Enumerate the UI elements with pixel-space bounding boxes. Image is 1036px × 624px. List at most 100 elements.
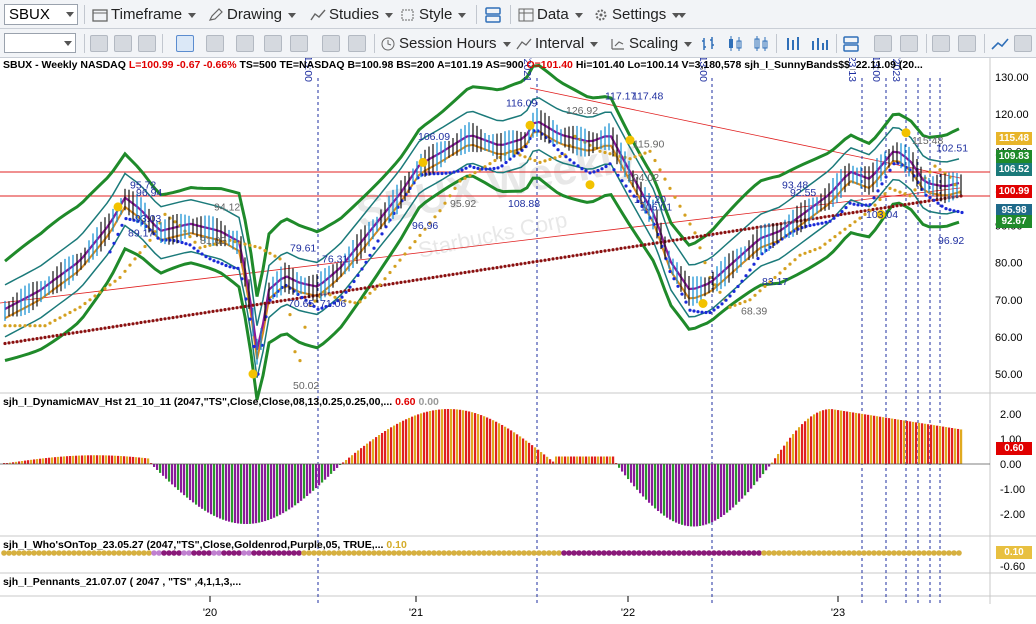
long-ma-dot [339,290,343,294]
wot-dot [206,550,212,556]
wot-dot [271,550,277,556]
blue-stop-dot [592,170,596,174]
wot-dot [556,550,562,556]
hollow-candle-icon[interactable] [752,35,772,53]
histogram-bar [249,464,252,524]
histogram-bar [24,460,27,464]
chart-icon[interactable] [264,35,282,52]
long-ma-dot [819,216,823,220]
blue-stop-dot [860,203,864,207]
overflow-menu[interactable] [672,4,686,25]
bar-chart-icon[interactable] [700,35,720,53]
long-ma-dot [627,245,631,249]
symbol-input[interactable]: SBUX [4,4,78,25]
histogram-bar [693,464,696,527]
session-hours-menu[interactable]: Session Hours [380,33,511,54]
gold-ma-dot [13,324,17,328]
layout-icon[interactable] [842,35,860,53]
data-menu[interactable]: Data [518,4,583,25]
histogram-bar [423,412,426,464]
histogram-bar [801,424,804,464]
gold-ma-dot [803,251,807,255]
histogram-bar [219,464,222,519]
histogram-bar [930,424,933,464]
wot-dot [776,550,782,556]
histogram-bar [672,464,675,522]
histogram-bar [660,464,663,514]
histogram-bar [240,464,243,524]
histogram-icon[interactable] [810,35,830,53]
gold-ma-dot [603,150,607,155]
gold-ma-dot [128,263,132,267]
gold-ma-dot [663,177,667,181]
style-menu[interactable]: Style [400,4,467,25]
volume-icon[interactable] [784,35,804,53]
long-ma-dot [527,261,531,265]
zoom-icon[interactable] [236,35,254,52]
gold-ma-dot [433,215,437,219]
magnifier-icon[interactable] [176,35,194,52]
histogram-bar [504,426,507,464]
gold-ma-dot [693,231,697,235]
histogram-bar [450,409,453,464]
histogram-bar [591,456,594,464]
long-ma-dot [615,247,619,251]
zoom-out-icon[interactable] [900,35,918,52]
settings-menu[interactable]: Settings [593,4,681,25]
scaling-label: Scaling [629,35,679,52]
properties-icon[interactable] [290,35,308,52]
blue-stop-dot [680,292,684,296]
layout-icon[interactable] [484,6,502,24]
histogram-bar [795,430,798,464]
histogram-bar [570,456,573,464]
histogram-bar [888,418,891,464]
histogram-bar [477,414,480,464]
zoom-in-icon[interactable] [874,35,892,52]
long-ma-dot [591,251,595,255]
gold-ma-dot [408,246,412,250]
wot-dot [401,550,407,556]
studies-menu[interactable]: Studies [310,4,394,25]
long-ma-dot [127,322,131,326]
indicator-icon[interactable] [322,35,340,52]
blue-stop-dot [124,217,128,221]
draw-icon[interactable] [114,35,132,52]
wot-dot [501,550,507,556]
gear-icon [595,9,607,20]
brush-icon[interactable] [206,35,224,52]
wot-dot [891,550,897,556]
trend-up-icon[interactable] [990,35,1010,53]
cursor-icon[interactable] [90,35,108,52]
histogram-bar [507,428,510,464]
interval-menu[interactable]: Interval [516,33,599,54]
long-ma-dot [239,305,243,309]
wot-dot [956,550,962,556]
blue-stop-dot [252,344,256,349]
histogram-bar [291,464,294,508]
long-ma-dot [575,253,579,257]
wot-dot [721,550,727,556]
histogram-bar [174,464,177,488]
histogram-bar [192,464,195,503]
workspace-select[interactable] [4,33,76,53]
calendar-icon[interactable] [932,35,950,52]
timeframe-menu[interactable]: Timeframe [92,4,197,25]
link-icon[interactable] [138,35,156,52]
candle-icon[interactable] [726,35,746,53]
histogram-bar [372,439,375,464]
chart-area[interactable]: SBUX Weekly Starbucks Corp 95.72 96.94 94.12… [0,58,1036,624]
scaling-menu[interactable]: Scaling [610,33,693,54]
wot-dot [326,550,332,556]
histogram-bar [618,464,621,468]
histogram-bar [489,418,492,464]
grid-icon[interactable] [348,35,366,52]
wot-dot [686,550,692,556]
histogram-bar [114,455,117,464]
long-ma-dot [63,332,67,336]
long-ma-dot [399,280,403,284]
drawing-menu[interactable]: Drawing [208,4,297,25]
scroll-icon[interactable] [958,35,976,52]
more-icon[interactable] [1014,35,1032,52]
wot-dot [211,550,217,556]
blue-stop-dot [436,172,440,176]
